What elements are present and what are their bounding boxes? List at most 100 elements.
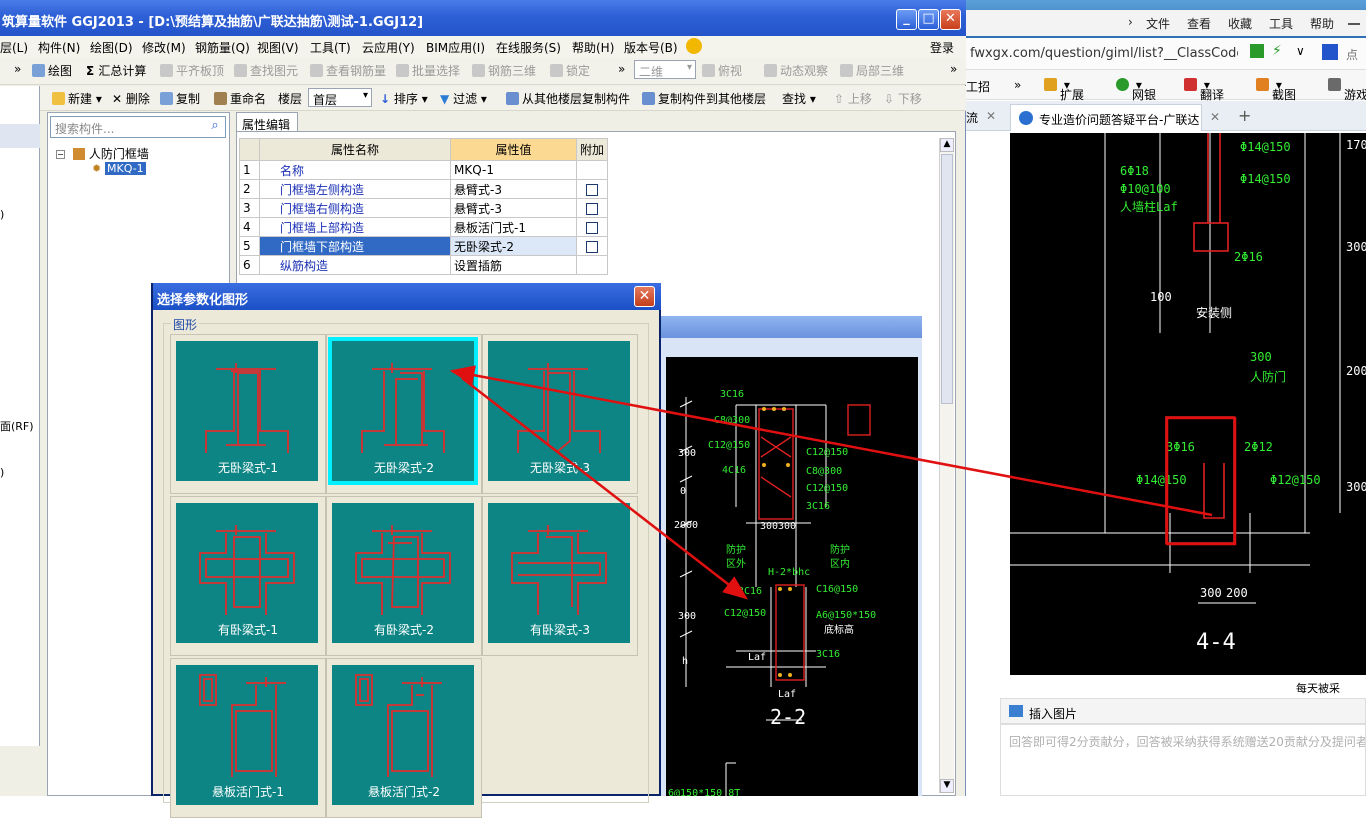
bookmark-item[interactable]: 工招	[966, 78, 990, 95]
component-search-input[interactable]: 搜索构件...	[50, 116, 226, 138]
table-row[interactable]: 6 纵筋构造 设置插筋	[239, 255, 609, 275]
menu-modify[interactable]: 修改(M)	[142, 39, 186, 56]
minimize-button[interactable]: _	[896, 9, 917, 30]
menu-component[interactable]: 构件(N)	[38, 39, 80, 56]
floor-label-2[interactable]: 面(RF)	[0, 418, 34, 434]
active-tab-close-icon[interactable]: ✕	[1210, 110, 1220, 124]
insert-image-bar[interactable]: 插入图片	[1000, 698, 1366, 724]
browser-menu-tools[interactable]: 工具	[1269, 15, 1293, 32]
menu-version[interactable]: 版本号(B)	[624, 39, 678, 56]
chevron-right-icon[interactable]: ›	[1128, 15, 1133, 29]
table-row[interactable]: 1 名称 MKQ-1	[239, 160, 609, 180]
browser-menu-view[interactable]: 查看	[1187, 15, 1211, 32]
search-hint[interactable]: 点	[1346, 46, 1358, 63]
local-3d-button[interactable]: 局部三维	[840, 62, 904, 79]
overflow-chevron-icon[interactable]: »	[14, 62, 21, 76]
search-icon[interactable]: ⌕	[206, 118, 224, 136]
tree-root[interactable]: − 人防门框墙	[56, 145, 149, 162]
shape-tile[interactable]: 无卧梁式-2	[326, 334, 482, 494]
table-row[interactable]: 4 门框墙上部构造 悬板活门式-1	[239, 217, 609, 237]
tab-property-edit[interactable]: 属性编辑	[236, 112, 298, 132]
collapse-icon[interactable]: −	[56, 150, 65, 159]
extra-checkbox[interactable]	[586, 202, 598, 215]
orbit-button[interactable]: 动态观察	[764, 62, 828, 79]
close-button[interactable]: ✕	[940, 9, 961, 30]
table-row[interactable]: 3 门框墙右侧构造 悬臂式-3	[239, 198, 609, 218]
menu-draw[interactable]: 绘图(D)	[90, 39, 133, 56]
filter-button[interactable]: ▼ 过滤 ▾	[440, 90, 487, 107]
draw-button[interactable]: 绘图	[32, 62, 72, 79]
answer-textarea[interactable]: 回答即可得2分贡献分，回答被采纳获得系统赠送20贡献分及提问者	[1000, 724, 1366, 796]
shape-tile[interactable]: 悬板活门式-2	[326, 658, 482, 818]
floor-select[interactable]: 首层	[308, 88, 372, 107]
tab-previous[interactable]: 流	[966, 109, 978, 126]
menu-bim[interactable]: BIM应用(I)	[426, 39, 485, 56]
find-button[interactable]: 查找 ▾	[782, 90, 816, 107]
new-tab-icon[interactable]: +	[1238, 106, 1251, 125]
view-mode-select[interactable]: 二维	[634, 60, 696, 79]
menu-view[interactable]: 视图(V)	[257, 39, 299, 56]
delete-button[interactable]: ✕ 删除	[112, 90, 150, 107]
extra-checkbox[interactable]	[586, 240, 598, 253]
copy-button[interactable]: 复制	[160, 90, 200, 107]
menu-help[interactable]: 帮助(H)	[572, 39, 614, 56]
url-input[interactable]: fwxgx.com/question/giml/list?__ClassCode	[970, 46, 1238, 61]
games-button[interactable]: 游戏	[1328, 78, 1366, 102]
scroll-down-icon[interactable]: ▼	[940, 779, 954, 793]
search-engine-icon[interactable]	[1322, 44, 1338, 60]
shape-tile[interactable]: 无卧梁式-1	[170, 334, 326, 494]
property-scrollbar[interactable]: ▲ ▼	[939, 138, 954, 793]
browser-menu-file[interactable]: 文件	[1146, 15, 1170, 32]
floor-label-1[interactable]: )	[0, 208, 4, 221]
menu-online[interactable]: 在线服务(S)	[496, 39, 561, 56]
overflow-chevron-icon[interactable]: »	[1014, 78, 1021, 92]
ortho-view-button[interactable]: 俯视	[702, 62, 742, 79]
copy-from-floor-button[interactable]: 从其他楼层复制构件	[506, 90, 630, 107]
url-dropdown-icon[interactable]: ∨	[1296, 44, 1305, 58]
dialog-close-icon[interactable]: ✕	[634, 286, 655, 307]
maximize-button[interactable]: □	[918, 9, 939, 30]
dialog-title[interactable]: 选择参数化图形	[153, 283, 661, 310]
tab-close-icon[interactable]: ✕	[986, 109, 996, 123]
move-down-button[interactable]: ⇩ 下移	[884, 90, 922, 107]
extra-checkbox[interactable]	[586, 183, 598, 196]
extension-button[interactable]: 扩展 ▾	[1044, 78, 1084, 102]
scroll-up-icon[interactable]: ▲	[940, 138, 954, 152]
translate-button[interactable]: 翻译 ▾	[1184, 78, 1224, 102]
table-row-selected[interactable]: 5 门框墙下部构造 无卧梁式-2	[239, 236, 609, 256]
overflow-chevron-icon-2[interactable]: »	[618, 62, 625, 76]
view-rebar-button[interactable]: 查看钢筋量	[310, 62, 386, 79]
flat-top-button[interactable]: 平齐板顶	[160, 62, 224, 79]
scroll-thumb[interactable]	[941, 154, 953, 404]
minimize-icon[interactable]	[1348, 23, 1360, 25]
tab-active[interactable]: 专业造价问题答疑平台-广联达	[1010, 104, 1202, 131]
sum-calc-button[interactable]: Σ 汇总计算	[86, 62, 146, 79]
smiley-icon[interactable]	[686, 38, 702, 54]
copy-to-floor-button[interactable]: 复制构件到其他楼层	[642, 90, 766, 107]
screenshot-button[interactable]: 截图 ▾	[1256, 78, 1296, 102]
table-row[interactable]: 2 门框墙左侧构造 悬臂式-3	[239, 179, 609, 199]
batch-select-button[interactable]: 批量选择	[396, 62, 460, 79]
browser-menu-favorites[interactable]: 收藏	[1228, 15, 1252, 32]
lightning-icon[interactable]: ⚡	[1272, 43, 1282, 59]
menu-cloud[interactable]: 云应用(Y)	[362, 39, 415, 56]
shape-tile[interactable]: 悬板活门式-1	[170, 658, 326, 818]
tree-item-mkq1[interactable]: ✹ MKQ-1	[92, 161, 146, 175]
find-element-button[interactable]: 查找图元	[234, 62, 298, 79]
extra-checkbox[interactable]	[586, 221, 598, 234]
move-up-button[interactable]: ⇧ 上移	[834, 90, 872, 107]
login-link[interactable]: 登录	[930, 39, 954, 56]
browser-menu-help[interactable]: 帮助	[1310, 15, 1334, 32]
overflow-chevron-icon-3[interactable]: »	[950, 62, 957, 76]
new-button[interactable]: 新建 ▾	[52, 90, 102, 107]
qr-icon[interactable]	[1250, 44, 1264, 58]
sort-button[interactable]: ↓ 排序 ▾	[380, 90, 428, 107]
menu-layer[interactable]: 层(L)	[0, 39, 28, 56]
shape-tile[interactable]: 有卧梁式-2	[326, 496, 482, 656]
shape-tile[interactable]: 无卧梁式-3	[482, 334, 638, 494]
rebar-3d-button[interactable]: 钢筋三维	[472, 62, 536, 79]
shape-tile[interactable]: 有卧梁式-3	[482, 496, 638, 656]
rename-button[interactable]: 重命名	[214, 90, 266, 107]
shape-tile[interactable]: 有卧梁式-1	[170, 496, 326, 656]
netbank-button[interactable]: 网银 ▾	[1116, 78, 1156, 102]
